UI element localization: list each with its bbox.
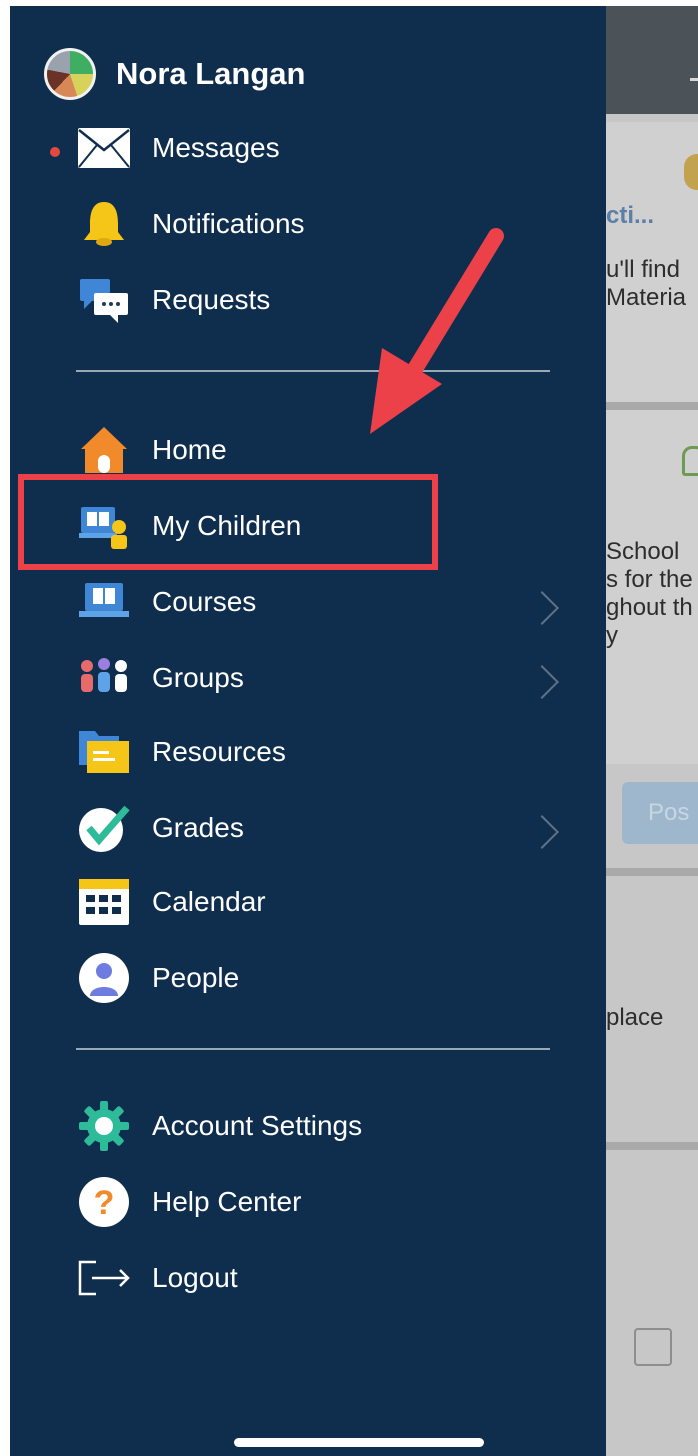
laptop-book-icon: [76, 574, 132, 630]
menu-item-notifications[interactable]: Notifications: [76, 196, 305, 252]
background-card-text: place: [606, 1004, 664, 1031]
envelope-icon: [76, 120, 132, 176]
annotation-arrow-icon: [370, 228, 504, 434]
menu-item-label: Notifications: [152, 208, 305, 239]
menu-item-label: Messages: [152, 132, 280, 163]
chevron-right-icon[interactable]: [525, 815, 559, 849]
background-divider: [606, 402, 698, 410]
menu-item-label: Home: [152, 434, 227, 465]
background-card-title[interactable]: cti...: [606, 202, 654, 230]
screen: cti... u'll find Materia School s for th…: [10, 6, 698, 1456]
bell-icon: [76, 196, 132, 252]
annotation-highlight-box: [18, 474, 438, 570]
svg-text:?: ?: [94, 1184, 115, 1222]
background-divider: [606, 868, 698, 876]
background-card-text: u'll find: [606, 256, 680, 283]
menu-item-logout[interactable]: Logout: [76, 1250, 238, 1306]
background-card-text: Materia: [606, 284, 687, 311]
background-card-text: ghout th: [606, 594, 693, 621]
menu-item-calendar[interactable]: Calendar: [76, 874, 266, 930]
folder-icon: [76, 724, 132, 780]
navigation-drawer: Nora Langan Messages Notifications Reque…: [10, 6, 606, 1456]
menu-item-courses[interactable]: Courses: [76, 574, 256, 630]
background-card-text: s for the: [606, 566, 693, 593]
home-indicator[interactable]: [234, 1438, 484, 1447]
menu-item-account-settings[interactable]: Account Settings: [76, 1098, 362, 1154]
menu-item-label: Grades: [152, 812, 244, 843]
menu-item-label: People: [152, 962, 240, 993]
post-button[interactable]: Pos: [622, 782, 698, 844]
people-icon: [682, 446, 698, 476]
menu-item-label: Requests: [152, 284, 271, 315]
checkmark-icon: [76, 800, 132, 856]
person-icon: [76, 950, 132, 1006]
menu-item-grades[interactable]: Grades: [76, 800, 244, 856]
menu-item-resources[interactable]: Resources: [76, 724, 286, 780]
group-icon: [76, 650, 132, 706]
background-card-text: School: [606, 538, 680, 565]
background-card-text: y: [606, 622, 618, 649]
menu-item-label: Account Settings: [152, 1110, 363, 1141]
unread-indicator: [50, 147, 60, 157]
chevron-right-icon[interactable]: [525, 591, 559, 625]
menu-item-label: Groups: [152, 662, 244, 693]
user-avatar-icon: [44, 48, 96, 100]
medal-icon: [684, 154, 698, 190]
background-top-bar: [606, 6, 698, 114]
background-divider: [606, 1142, 698, 1150]
profile-header[interactable]: Nora Langan: [44, 46, 305, 102]
menu-item-groups[interactable]: Groups: [76, 650, 244, 706]
chevron-right-icon[interactable]: [525, 665, 559, 699]
question-icon: ?: [76, 1174, 132, 1230]
background-page: cti... u'll find Materia School s for th…: [606, 6, 698, 1456]
chat-bubbles-icon: [76, 272, 132, 328]
menu-item-label: Resources: [152, 736, 286, 767]
menu-item-label: Help Center: [152, 1186, 302, 1217]
menu-item-label: Calendar: [152, 886, 266, 917]
logout-icon: [76, 1250, 132, 1306]
menu-item-label: Courses: [152, 586, 257, 617]
menu-item-people[interactable]: People: [76, 950, 239, 1006]
menu-item-help-center[interactable]: ? Help Center: [76, 1174, 301, 1230]
menu-item-messages[interactable]: Messages: [76, 120, 280, 176]
calendar-icon[interactable]: [634, 1328, 672, 1366]
gear-icon: [76, 1098, 132, 1154]
house-icon: [76, 422, 132, 478]
calendar-icon: [76, 874, 132, 930]
menu-divider: [76, 1048, 550, 1050]
profile-name: Nora Langan: [116, 56, 306, 91]
menu-item-label: Logout: [152, 1262, 238, 1293]
menu-item-home[interactable]: Home: [76, 422, 227, 478]
menu-item-requests[interactable]: Requests: [76, 272, 270, 328]
